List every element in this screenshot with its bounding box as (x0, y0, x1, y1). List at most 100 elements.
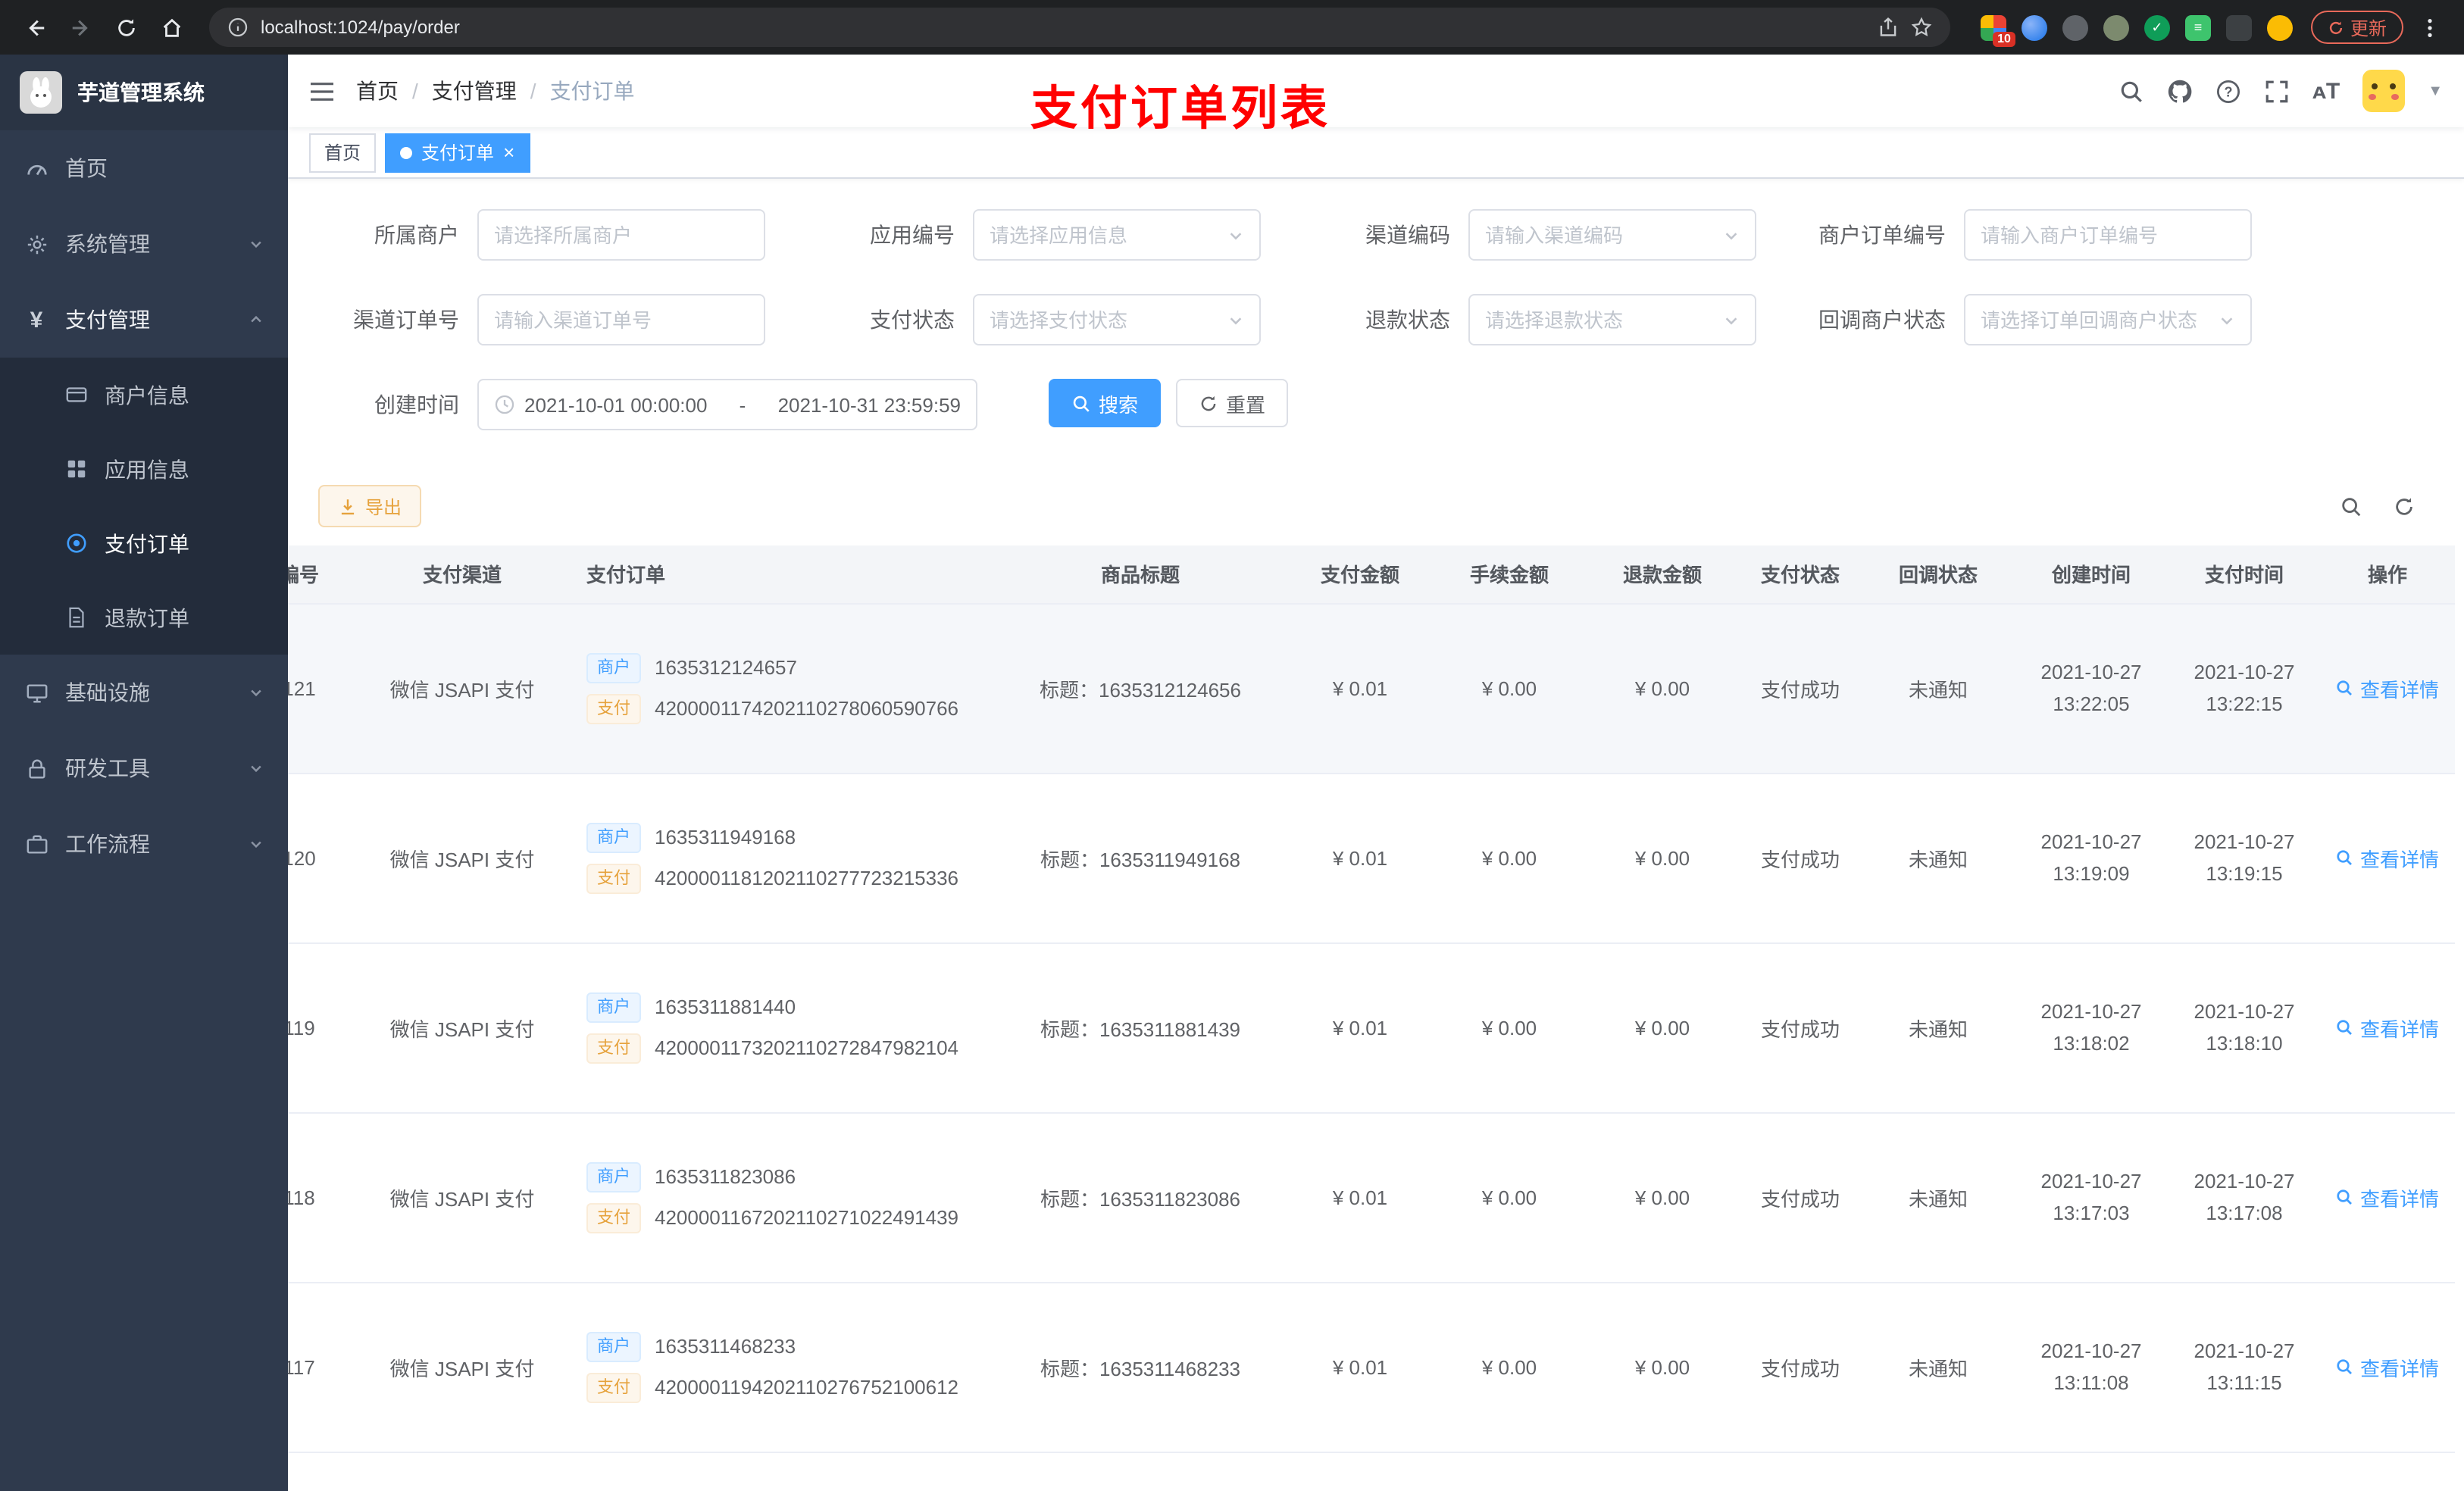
chevron-down-icon[interactable] (2219, 311, 2235, 328)
browser-back-icon[interactable] (15, 8, 55, 47)
reset-button[interactable]: 重置 (1176, 379, 1289, 427)
extension-grid-icon[interactable]: 10 (1980, 14, 2015, 46)
create-time-cell: 2021-10-27 13:17:03 (2014, 1112, 2169, 1283)
refresh-table-icon[interactable] (2393, 495, 2416, 517)
address-bar[interactable]: localhost:1024/pay/order (209, 8, 1950, 47)
browser-forward-icon[interactable] (61, 8, 100, 47)
extension-chat-icon[interactable]: ≡ (2184, 14, 2211, 40)
pay-status-select[interactable] (990, 308, 1218, 331)
search-icon[interactable] (2118, 78, 2144, 104)
view-detail-link[interactable]: 查看详情 (2336, 1352, 2439, 1381)
extension-dark-icon[interactable] (2062, 14, 2088, 40)
actions-cell: 查看详情 (2320, 773, 2455, 943)
pay-status: 支付成功 (1760, 848, 1840, 871)
payment-submenu: 商户信息 应用信息 支付订单 退款订单 (0, 358, 288, 655)
merchant-order-no-input[interactable] (1981, 223, 2235, 246)
view-detail-link[interactable]: 查看详情 (2336, 674, 2439, 702)
pay-channel-cell: 微信 JSAPI 支付 (356, 1282, 568, 1452)
toggle-search-icon[interactable] (2340, 495, 2362, 517)
merchant-input[interactable] (494, 223, 749, 246)
sidebar-item-pay-order[interactable]: 支付订单 (0, 506, 288, 580)
chevron-down-icon[interactable] (1227, 227, 1244, 243)
hamburger-icon[interactable] (288, 80, 356, 102)
extension-olive-icon[interactable] (2103, 14, 2129, 40)
sidebar-item-home[interactable]: 首页 (0, 130, 288, 206)
sidebar-item-refund-order[interactable]: 退款订单 (0, 580, 288, 655)
chevron-down-icon[interactable] (1723, 311, 1740, 328)
share-icon[interactable] (1878, 17, 1899, 38)
extension-green-check-icon[interactable]: ✓ (2143, 14, 2170, 40)
font-size-icon[interactable]: ᴀT (2312, 78, 2340, 104)
sidebar-item-dev-tools[interactable]: 研发工具 (0, 730, 288, 806)
pay-order-cell: 商户 1635311823086 支付 42000011672021102710… (568, 1112, 993, 1283)
sidebar-item-label: 首页 (65, 156, 108, 180)
pay-channel: 微信 JSAPI 支付 (389, 1187, 535, 1210)
pay-order-no: 4200001174202110278060590766 (655, 697, 959, 720)
briefcase-icon (24, 832, 48, 856)
close-icon[interactable]: × (503, 142, 514, 162)
breadcrumb-current: 支付订单 (549, 79, 635, 103)
sidebar-item-label: 商户信息 (105, 383, 189, 407)
help-icon[interactable]: ? (2215, 78, 2241, 104)
view-detail-link[interactable]: 查看详情 (2336, 843, 2439, 872)
browser-profile-avatar[interactable] (2266, 14, 2293, 40)
col-channel: 支付渠道 (356, 545, 568, 604)
github-icon[interactable] (2167, 78, 2193, 104)
browser-reload-icon[interactable] (106, 8, 145, 47)
chevron-down-icon[interactable] (1227, 311, 1244, 328)
table-header-row: 编号 支付渠道 支付订单 商品标题 支付金额 手续金额 退款金额 支付状态 回调… (288, 545, 2455, 604)
browser-menu-icon[interactable] (2409, 8, 2449, 47)
sidebar-item-payment[interactable]: ¥ 支付管理 (0, 282, 288, 358)
filter-notify-status: 回调商户状态 (1805, 294, 2252, 345)
breadcrumb-home[interactable]: 首页 (356, 76, 399, 106)
site-info-icon[interactable] (227, 17, 249, 38)
date-end[interactable]: 2021-10-31 23:59:59 (778, 393, 961, 416)
active-dot (400, 146, 413, 158)
pay-time-cell: 2021-10-27 13:11:15 (2169, 1282, 2320, 1452)
filter-label: 创建时间 (374, 392, 459, 417)
browser-update-button[interactable]: 更新 (2310, 11, 2403, 44)
sidebar-item-app-info[interactable]: 应用信息 (0, 432, 288, 506)
app-id-select[interactable] (990, 223, 1218, 246)
table-tools (2340, 495, 2434, 517)
notify-status-select[interactable] (1981, 308, 2209, 331)
refund-amount: ¥ 0.00 (1634, 1355, 1690, 1378)
search-button[interactable]: 搜索 (1049, 379, 1162, 427)
main-area: 首页 / 支付管理 / 支付订单 支付订单列表 ? ᴀT ▼ 首页 支付订单 ×… (288, 55, 2464, 1491)
browser-home-icon[interactable] (152, 8, 191, 47)
channel-order-no-input[interactable] (494, 308, 749, 331)
channel-code-select[interactable] (1485, 223, 1714, 246)
fullscreen-icon[interactable] (2264, 78, 2290, 104)
app-logo: 芋道管理系统 (0, 55, 288, 130)
sidebar-item-infrastructure[interactable]: 基础设施 (0, 655, 288, 730)
user-avatar[interactable] (2362, 70, 2406, 112)
table-row: 120 微信 JSAPI 支付 商户 1635311949168 支付 4200… (288, 773, 2455, 943)
chevron-down-icon[interactable] (1723, 227, 1740, 243)
sidebar-item-system[interactable]: 系统管理 (0, 206, 288, 282)
export-button[interactable]: 导出 (318, 485, 422, 527)
refund-status-select[interactable] (1485, 308, 1714, 331)
pay-status-cell: 支付成功 (1738, 942, 1862, 1113)
tab-pay-order[interactable]: 支付订单 × (385, 133, 530, 172)
pay-amount-cell: ¥ 0.01 (1288, 603, 1432, 774)
extension-blue-icon[interactable] (2021, 14, 2047, 40)
table-body: 121 微信 JSAPI 支付 商户 1635312124657 支付 4200… (288, 603, 2455, 1452)
bookmark-star-icon[interactable] (1911, 17, 1932, 38)
view-detail-link[interactable]: 查看详情 (2336, 1183, 2439, 1211)
url-text[interactable]: localhost:1024/pay/order (261, 17, 1865, 38)
pay-date: 2021-10-27 (2194, 661, 2295, 683)
sidebar-item-merchant-info[interactable]: 商户信息 (0, 358, 288, 432)
breadcrumb-separator: / (530, 79, 536, 103)
extension-puzzle-icon[interactable] (2225, 14, 2252, 40)
sidebar-item-workflow[interactable]: 工作流程 (0, 806, 288, 882)
date-range-picker[interactable]: 2021-10-01 00:00:00 - 2021-10-31 23:59:5… (477, 379, 977, 430)
breadcrumb-pay-management[interactable]: 支付管理 (432, 76, 517, 106)
pay-amount-cell: ¥ 0.01 (1288, 1112, 1432, 1283)
date-start[interactable]: 2021-10-01 00:00:00 (524, 393, 707, 416)
avatar-caret-icon[interactable]: ▼ (2428, 83, 2443, 99)
merchant-order-no: 1635311468233 (655, 1335, 796, 1358)
tab-home[interactable]: 首页 (309, 133, 377, 172)
view-detail-link[interactable]: 查看详情 (2336, 1013, 2439, 1042)
create-date: 2021-10-27 (2040, 661, 2142, 683)
sidebar-item-label: 应用信息 (105, 457, 189, 481)
